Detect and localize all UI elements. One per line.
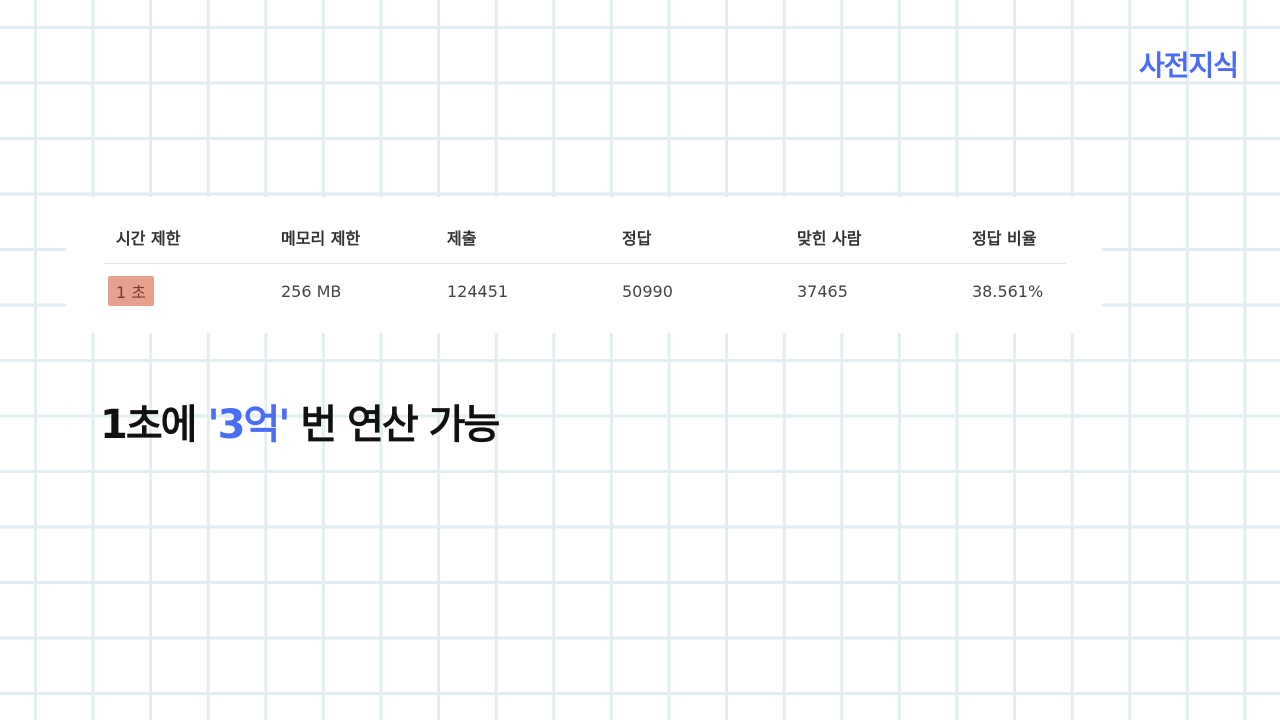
problem-stats-table: 시간 제한 메모리 제한 제출 정답 맞힌 사람 정답 비율 1 초 256 M… (104, 217, 1066, 316)
cell-submissions: 124451 (447, 281, 509, 301)
headline-highlight: '3억' (207, 402, 290, 448)
header-submissions: 제출 (435, 217, 610, 264)
time-limit-highlight: 1 초 (108, 276, 154, 306)
headline-suffix: 번 연산 가능 (288, 402, 500, 448)
headline: 1초에 '3억' 번 연산 가능 (100, 392, 500, 450)
header-correct: 정답 (610, 217, 785, 264)
cell-memory-limit: 256 MB (281, 281, 342, 301)
header-accuracy: 정답 비율 (960, 217, 1066, 264)
header-time-limit: 시간 제한 (104, 217, 269, 264)
table-row: 1 초 256 MB 124451 50990 37465 38.561% (104, 264, 1066, 317)
header-solvers: 맞힌 사람 (785, 217, 960, 264)
cell-correct: 50990 (622, 281, 673, 301)
header-memory-limit: 메모리 제한 (269, 217, 435, 264)
cell-accuracy: 38.561% (972, 281, 1044, 301)
problem-stats-card: 시간 제한 메모리 제한 제출 정답 맞힌 사람 정답 비율 1 초 256 M… (66, 197, 1102, 333)
table-header-row: 시간 제한 메모리 제한 제출 정답 맞힌 사람 정답 비율 (104, 217, 1066, 264)
cell-solvers: 37465 (797, 281, 848, 301)
cell-time-limit: 1 초 (104, 264, 269, 317)
headline-prefix: 1초에 (100, 402, 208, 448)
brand-logo-text: 사전지식 (1138, 49, 1239, 82)
